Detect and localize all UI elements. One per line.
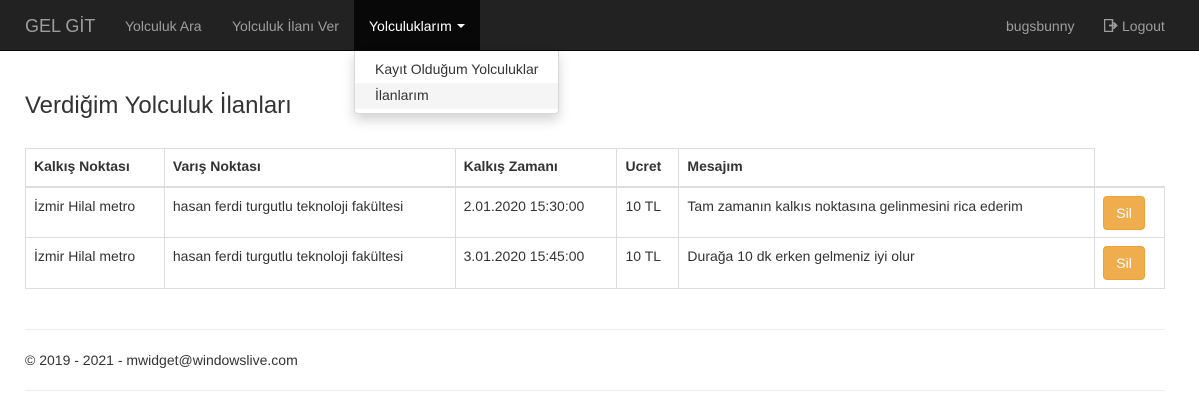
navbar: GEL GİT Yolculuk Ara Yolculuk İlanı Ver …	[0, 0, 1199, 51]
delete-button[interactable]: Sil	[1103, 246, 1146, 280]
logout-label: Logout	[1122, 18, 1165, 34]
nav-yolculuk-ara[interactable]: Yolculuk Ara	[125, 18, 202, 34]
cell-to: hasan ferdi turgutlu teknoloji fakültesi	[163, 237, 456, 289]
dropdown-item-kayit-oldugum[interactable]: Kayıt Olduğum Yolculuklar	[355, 57, 558, 83]
col-header-varis-noktasi: Varış Noktası	[163, 148, 456, 188]
footer-divider-top	[25, 329, 1165, 330]
cell-action: Sil	[1094, 237, 1165, 289]
brand-link[interactable]: GEL GİT	[25, 16, 95, 37]
caret-down-icon	[457, 24, 465, 28]
nav-yolculuklarim-label: Yolculuklarım	[369, 18, 452, 34]
cell-time: 2.01.2020 15:30:00	[454, 186, 618, 238]
cell-message: Tam zamanın kalkıs noktasına gelinmesini…	[678, 186, 1096, 238]
table-header-row: Kalkış Noktası Varış Noktası Kalkış Zama…	[25, 148, 1165, 188]
dropdown-item-ilanlarim[interactable]: İlanlarım	[355, 83, 558, 109]
cell-time: 3.01.2020 15:45:00	[454, 237, 618, 289]
col-header-ucret: Ucret	[616, 148, 680, 188]
nav-yolculuklarim-dropdown[interactable]: Yolculuklarım	[354, 0, 480, 51]
nav-yolculuk-ilani-ver[interactable]: Yolculuk İlanı Ver	[232, 18, 339, 34]
cell-from: İzmir Hilal metro	[25, 186, 165, 238]
listings-table: Kalkış Noktası Varış Noktası Kalkış Zama…	[25, 148, 1165, 289]
cell-message: Durağa 10 dk erken gelmeniz iyi olur	[678, 237, 1096, 289]
col-header-actions	[1094, 148, 1165, 188]
col-header-kalkis-noktasi: Kalkış Noktası	[25, 148, 165, 188]
page-title: Verdiğim Yolculuk İlanları	[25, 92, 292, 119]
footer-divider-bottom	[25, 390, 1165, 391]
cell-action: Sil	[1094, 186, 1165, 238]
cell-from: İzmir Hilal metro	[25, 237, 165, 289]
logout-icon	[1104, 19, 1118, 32]
table-row: İzmir Hilal metro hasan ferdi turgutlu t…	[25, 186, 1165, 238]
cell-price: 10 TL	[616, 237, 680, 289]
delete-button[interactable]: Sil	[1103, 195, 1146, 230]
footer-text: © 2019 - 2021 - mwidget@windowslive.com	[25, 352, 298, 368]
cell-price: 10 TL	[616, 186, 680, 238]
dropdown-menu: Kayıt Olduğum Yolculuklar İlanlarım	[354, 51, 559, 114]
col-header-kalkis-zamani: Kalkış Zamanı	[454, 148, 618, 188]
col-header-mesajim: Mesajım	[678, 148, 1096, 188]
nav-username[interactable]: bugsbunny	[1006, 18, 1075, 34]
cell-to: hasan ferdi turgutlu teknoloji fakültesi	[163, 186, 456, 238]
table-row: İzmir Hilal metro hasan ferdi turgutlu t…	[25, 237, 1165, 289]
